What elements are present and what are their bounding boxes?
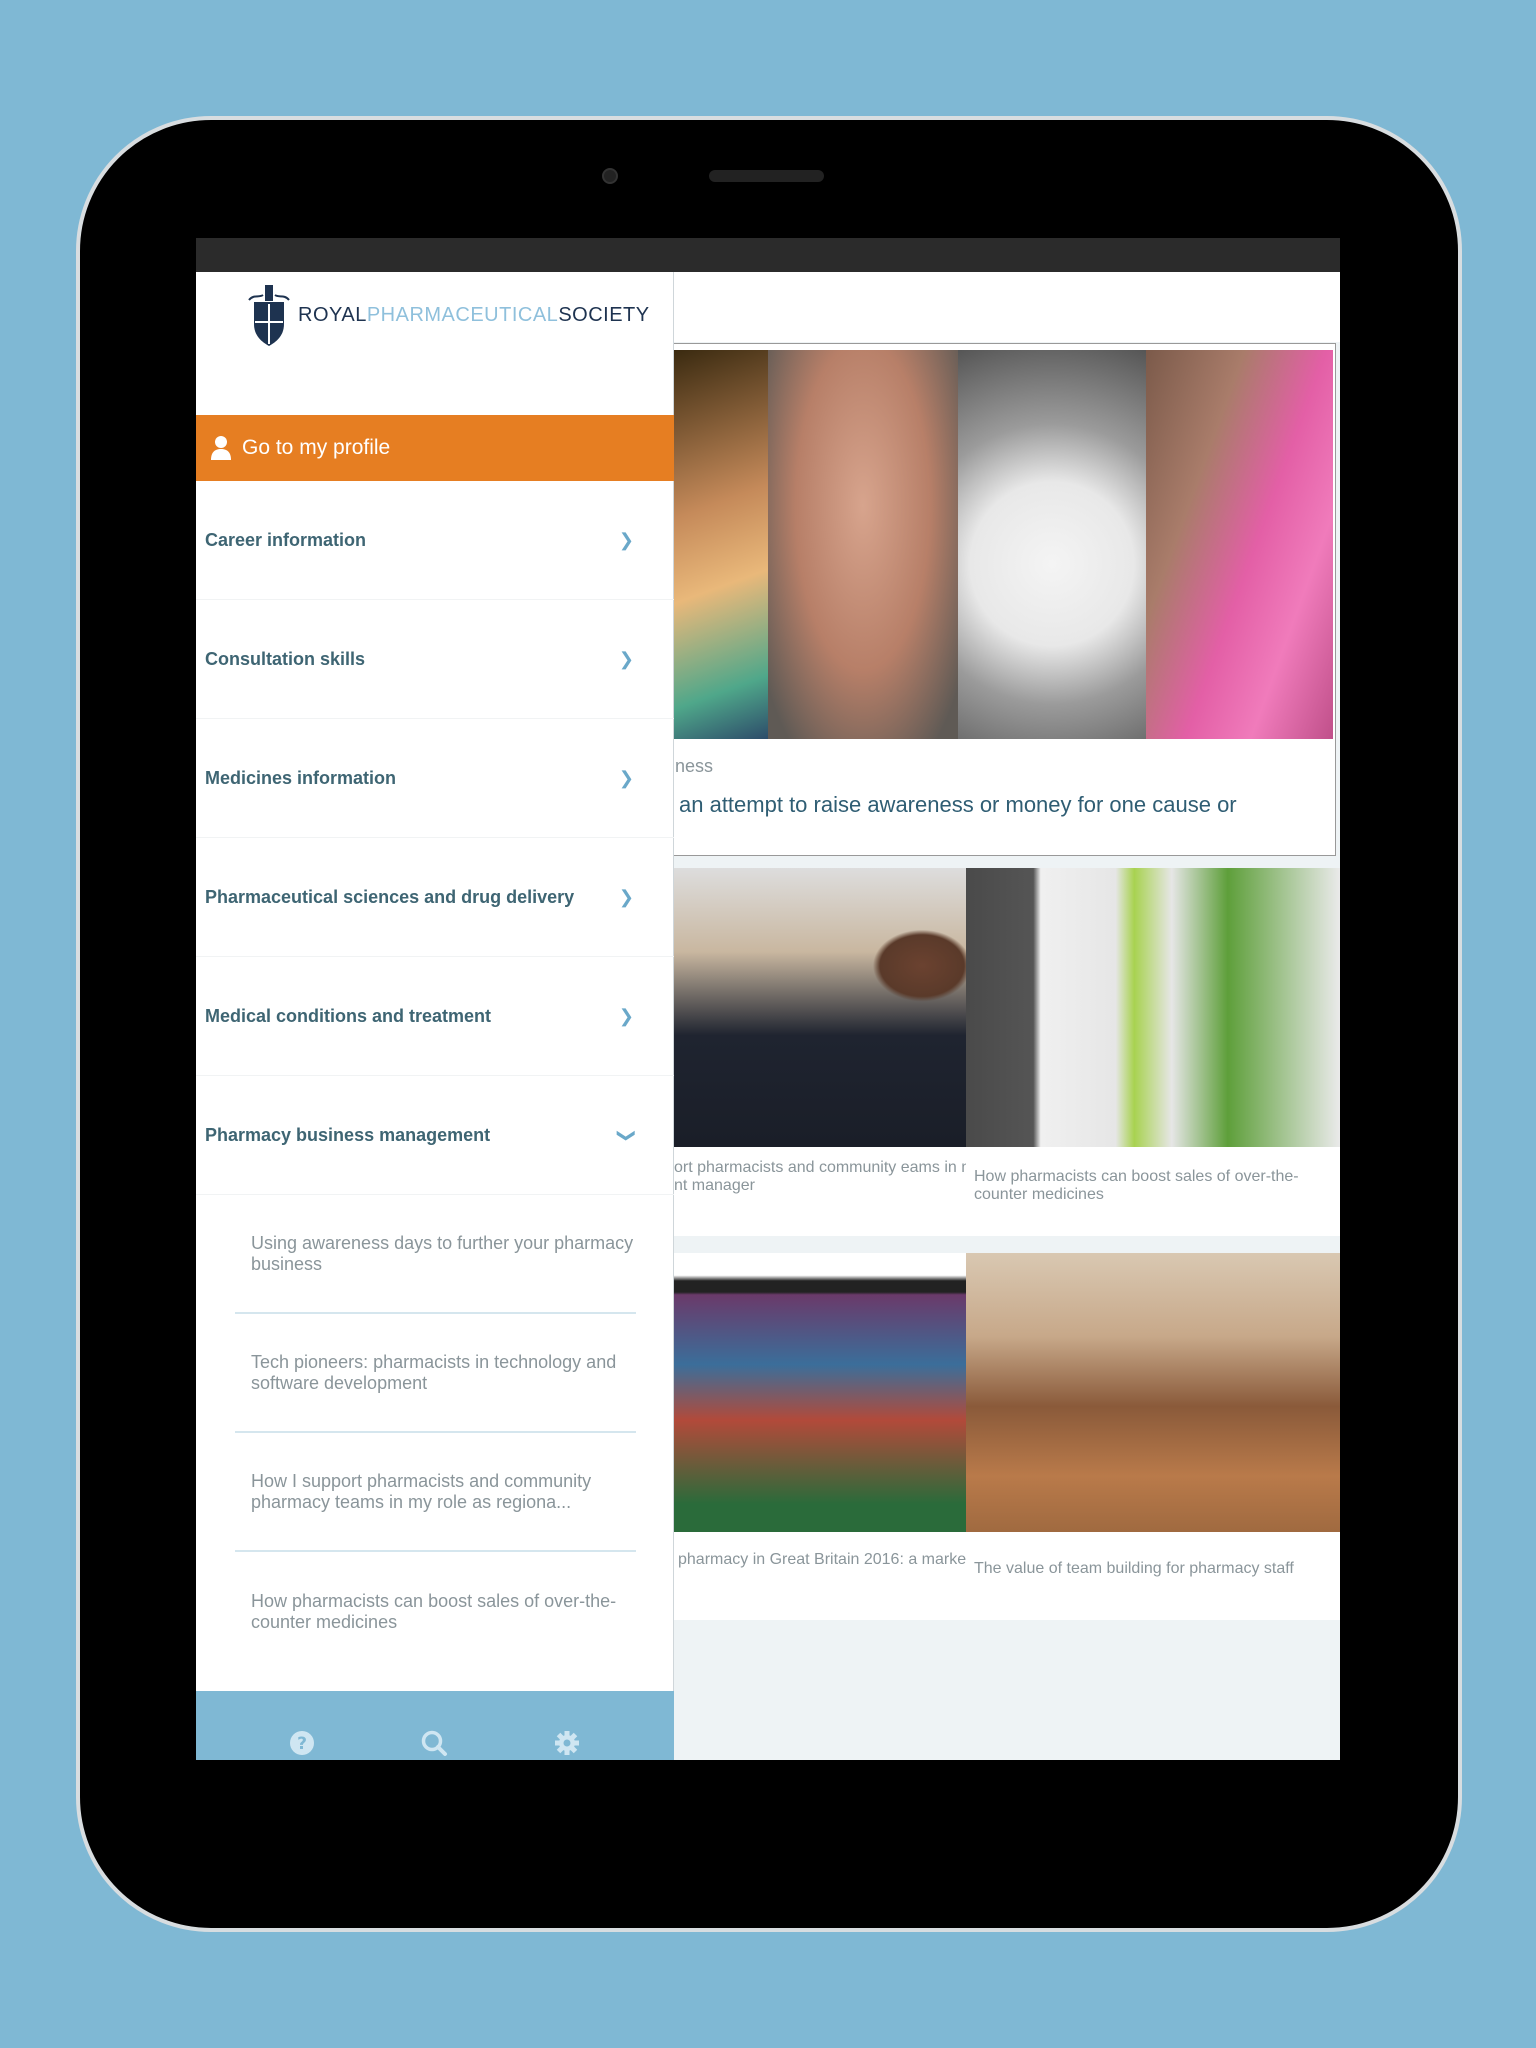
menu-label: Pharmacy business management	[205, 1124, 491, 1145]
profile-label: Go to my profile	[242, 436, 391, 459]
image-strip	[673, 350, 768, 739]
chevron-right-icon: ❯	[618, 648, 634, 669]
image-strip	[958, 350, 1146, 739]
article-title: The value of team building for pharmacy …	[974, 1560, 1294, 1577]
screen: ness an attempt to raise awareness or mo…	[196, 238, 1340, 1760]
status-bar	[196, 238, 1340, 272]
crest-icon	[248, 285, 290, 346]
submenu-item[interactable]: Tech pioneers: pharmacists in technology…	[235, 1314, 636, 1433]
submenu-item[interactable]: How I support pharmacists and community …	[235, 1433, 636, 1552]
submenu-item[interactable]: Using awareness days to further your pha…	[235, 1195, 636, 1314]
go-to-profile-button[interactable]: Go to my profile	[196, 415, 674, 481]
bottom-toolbar: ?	[196, 1691, 674, 1760]
logo-word: PHARMACEUTICAL	[366, 303, 559, 326]
featured-image	[673, 350, 1333, 739]
article-card[interactable]: The value of team building for pharmacy …	[966, 1253, 1340, 1620]
menu-item-medicines-information[interactable]: Medicines information ❯	[196, 719, 674, 838]
featured-category: ness	[675, 756, 714, 776]
menu-label: Pharmaceutical sciences and drug deliver…	[205, 886, 575, 907]
submenu-item[interactable]: How pharmacists can boost sales of over-…	[235, 1552, 636, 1671]
help-icon[interactable]: ?	[289, 1730, 315, 1756]
chevron-down-icon: ❯	[616, 1127, 637, 1143]
image-strip	[1146, 350, 1333, 739]
gear-icon[interactable]	[553, 1729, 581, 1757]
menu-item-pharmaceutical-sciences[interactable]: Pharmaceutical sciences and drug deliver…	[196, 838, 674, 957]
speaker	[709, 170, 824, 182]
article-image	[966, 868, 1340, 1147]
article-title: How pharmacists can boost sales of over-…	[974, 1168, 1299, 1203]
menu-list: Career information ❯ Consultation skills ❯…	[196, 481, 674, 1671]
menu-label: Medical conditions and treatment	[205, 1005, 492, 1026]
article-image	[966, 1253, 1340, 1532]
main-header	[674, 272, 1340, 342]
rps-logo: ROYALPHARMACEUTICALSOCIETY	[246, 282, 650, 348]
chevron-right-icon: ❯	[618, 886, 634, 907]
search-icon[interactable]	[420, 1729, 448, 1757]
submenu: Using awareness days to further your pha…	[196, 1195, 674, 1671]
camera	[602, 168, 618, 184]
menu-label: Career information	[205, 529, 367, 550]
image-strip	[768, 350, 958, 739]
menu-item-pharmacy-business-management[interactable]: Pharmacy business management ❯	[196, 1076, 674, 1195]
menu-label: Consultation skills	[205, 648, 366, 669]
user-icon	[211, 436, 231, 460]
featured-title[interactable]: an attempt to raise awareness or money f…	[679, 792, 1237, 818]
logo-word: SOCIETY	[558, 303, 650, 326]
chevron-right-icon: ❯	[618, 1005, 634, 1026]
svg-text:?: ?	[297, 1734, 307, 1754]
logo-word: ROYAL	[298, 303, 367, 326]
article-card[interactable]: How pharmacists can boost sales of over-…	[966, 868, 1340, 1236]
menu-item-consultation-skills[interactable]: Consultation skills ❯	[196, 600, 674, 719]
menu-label: Medicines information	[205, 767, 397, 788]
menu-item-career-information[interactable]: Career information ❯	[196, 481, 674, 600]
chevron-right-icon: ❯	[618, 529, 634, 550]
chevron-right-icon: ❯	[618, 767, 634, 788]
menu-item-medical-conditions[interactable]: Medical conditions and treatment ❯	[196, 957, 674, 1076]
featured-article[interactable]: ness an attempt to raise awareness or mo…	[672, 343, 1336, 856]
side-menu: ROYALPHARMACEUTICALSOCIETY Go to my prof…	[196, 272, 674, 1760]
